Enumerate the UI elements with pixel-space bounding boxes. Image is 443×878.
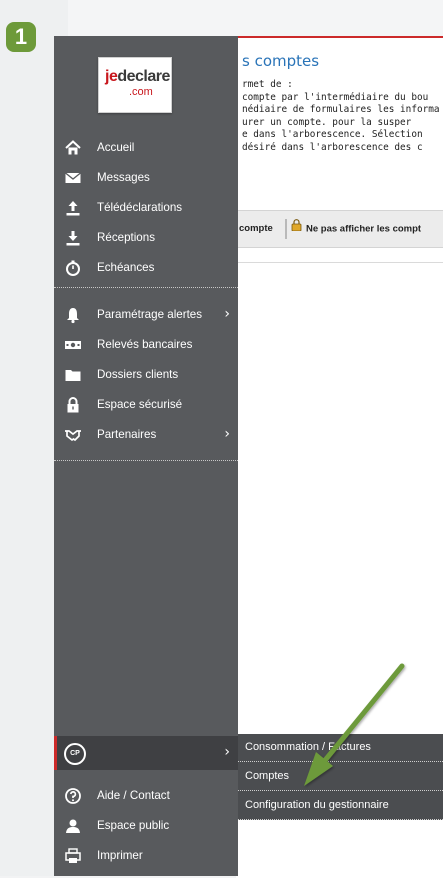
sidebar-item-imprimer[interactable]: Imprimer [54, 841, 238, 871]
upload-icon [64, 199, 82, 217]
submenu-divider [238, 790, 443, 791]
sidebar-item-label: Messages [97, 171, 150, 184]
submenu-item-configuration-gestionnaire[interactable]: Configuration du gestionnaire [238, 792, 443, 820]
description-line: rmet de : [242, 79, 293, 90]
lock-icon [64, 396, 82, 414]
sidebar-item-label: Imprimer [97, 849, 143, 862]
submenu-item-label: Consommation / Factures [245, 741, 371, 753]
sidebar-divider [54, 287, 238, 288]
sidebar-item-label: Réceptions [97, 231, 156, 244]
toolbar-account-label: compte [239, 223, 273, 234]
sidebar-item-aide-contact[interactable]: Aide / Contact [54, 781, 238, 811]
sidebar-item-receptions[interactable]: Réceptions [54, 223, 238, 253]
sidebar-item-dossiers-clients[interactable]: Dossiers clients [54, 360, 238, 390]
jedeclare-logo[interactable]: jedeclare .com [98, 57, 172, 113]
page-description: rmet de : compte par l'intermédiaire du … [242, 79, 440, 155]
bell-icon [64, 306, 82, 324]
download-icon [64, 229, 82, 247]
toolbar-account-button[interactable]: compte [236, 219, 286, 239]
home-icon [64, 139, 82, 157]
chevron-right-icon: › [224, 744, 230, 760]
sidebar-item-label: Relevés bancaires [97, 338, 193, 351]
sidebar-item-label: Aide / Contact [97, 789, 170, 802]
sidebar-item-partenaires[interactable]: Partenaires › [54, 420, 238, 450]
sidebar-item-label: Echéances [97, 261, 155, 274]
banknote-icon [64, 336, 82, 354]
cp-badge-icon: CP [64, 743, 86, 765]
sidebar-item-label: Accueil [97, 141, 135, 154]
sidebar-item-label: Paramétrage alertes [97, 308, 203, 321]
submenu-divider [238, 819, 443, 820]
cp-submenu: Consommation / Factures Comptes Configur… [238, 734, 443, 820]
toolbar: compte Ne pas afficher les compt [236, 210, 443, 248]
chevron-right-icon: › [224, 426, 230, 442]
description-line: nédiaire de formulaires les informa [242, 104, 440, 116]
description-line: compte par l'intermédiaire du bou [242, 91, 429, 103]
sidebar-item-espace-public[interactable]: Espace public [54, 811, 238, 841]
chevron-right-icon: › [224, 306, 230, 322]
sidebar-item-teledeclarations[interactable]: Télédéclarations [54, 193, 238, 223]
sidebar-divider [54, 460, 238, 461]
envelope-icon [64, 169, 82, 187]
sidebar-item-espace-securise[interactable]: Espace sécurisé [54, 390, 238, 420]
sidebar-item-label: Télédéclarations [97, 201, 183, 214]
active-indicator [54, 736, 57, 770]
submenu-item-label: Comptes [245, 770, 290, 782]
page-title: s comptes [242, 52, 320, 70]
description-line: e dans l'arborescence. Sélection [242, 129, 423, 141]
sidebar-item-parametrage-alertes[interactable]: Paramétrage alertes › [54, 300, 238, 330]
sidebar-item-label: Partenaires [97, 428, 157, 441]
description-line: urer un compte. pour la susper [242, 116, 412, 128]
sidebar-item-label: Espace public [97, 819, 170, 832]
sidebar-item-label: Dossiers clients [97, 368, 179, 381]
sidebar-item-messages[interactable]: Messages [54, 163, 238, 193]
sidebar: jedeclare .com Accueil Messages Télédécl… [54, 36, 238, 876]
hide-accounts-button[interactable]: Ne pas afficher les compt [286, 219, 443, 239]
submenu-item-comptes[interactable]: Comptes [238, 763, 443, 791]
submenu-divider [238, 761, 443, 762]
sidebar-item-echeances[interactable]: Echéances [54, 253, 238, 283]
sidebar-item-cp[interactable]: CP › [54, 736, 238, 770]
help-icon [64, 787, 82, 805]
submenu-item-consommation-factures[interactable]: Consommation / Factures [238, 734, 443, 762]
printer-icon [64, 847, 82, 865]
sidebar-item-accueil[interactable]: Accueil [54, 133, 238, 163]
hide-accounts-label: Ne pas afficher les compt [306, 223, 422, 235]
content-divider [236, 262, 443, 263]
sidebar-item-releves-bancaires[interactable]: Relevés bancaires [54, 330, 238, 360]
handshake-icon [64, 426, 82, 444]
background-top-strip [68, 0, 443, 36]
submenu-item-label: Configuration du gestionnaire [245, 799, 389, 811]
sidebar-item-label: Espace sécurisé [97, 398, 183, 411]
step-number-badge: 1 [6, 22, 36, 52]
description-line: désiré dans l'arborescence des c [242, 141, 423, 153]
folder-icon [64, 366, 82, 384]
user-icon [64, 817, 82, 835]
lock-icon [291, 219, 302, 239]
stopwatch-icon [64, 259, 82, 277]
